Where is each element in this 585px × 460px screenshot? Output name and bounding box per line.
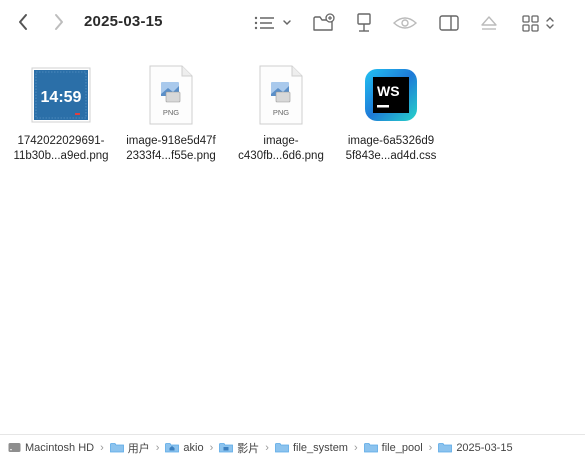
thumbnail-time-text: 14:59 bbox=[41, 89, 82, 106]
file-item[interactable]: 14:59 1742022029691- 11b30b...a9ed.png bbox=[6, 62, 116, 164]
png-document-thumbnail: PNG bbox=[249, 62, 313, 128]
folder-icon bbox=[363, 443, 378, 453]
file-item[interactable]: WS image-6a5326d9 5f843e...ad4d.css bbox=[336, 62, 446, 164]
path-item-file-pool[interactable]: file_pool bbox=[363, 442, 423, 454]
file-name: image- c430fb...6d6.png bbox=[238, 135, 324, 162]
png-file-icon: PNG bbox=[149, 65, 193, 125]
file-item[interactable]: PNG image-918e5d47f 2333f4...f55e.png bbox=[116, 62, 226, 164]
path-separator: › bbox=[209, 441, 214, 454]
file-grid: 14:59 1742022029691- 11b30b...a9ed.png P… bbox=[0, 62, 585, 182]
chevron-right-icon bbox=[55, 14, 63, 30]
png-document-thumbnail: PNG bbox=[139, 62, 203, 128]
png-badge: PNG bbox=[273, 108, 289, 117]
png-badge: PNG bbox=[163, 108, 179, 117]
ws-badge: WS bbox=[377, 83, 400, 99]
new-folder-icon bbox=[313, 13, 335, 31]
eject-button[interactable] bbox=[478, 11, 500, 35]
quick-look-button[interactable] bbox=[392, 11, 418, 35]
path-separator: › bbox=[428, 441, 433, 454]
file-name: image-918e5d47f 2333f4...f55e.png bbox=[126, 135, 216, 162]
path-item-movies[interactable]: 影片 bbox=[219, 440, 259, 456]
sidebar-toggle-button[interactable] bbox=[437, 11, 461, 35]
folder-icon bbox=[438, 443, 453, 453]
grid-view-icon bbox=[522, 15, 554, 32]
share-button[interactable] bbox=[353, 11, 375, 35]
path-item-2025-03-15[interactable]: 2025-03-15 bbox=[438, 442, 513, 454]
path-item-akio[interactable]: akio bbox=[165, 442, 204, 454]
group-view-button[interactable] bbox=[520, 11, 560, 35]
path-item-file-system[interactable]: file_system bbox=[275, 442, 348, 454]
webstorm-app-thumbnail: WS bbox=[359, 62, 423, 128]
view-options-button[interactable] bbox=[252, 11, 294, 35]
path-separator: › bbox=[155, 441, 160, 454]
back-button[interactable] bbox=[12, 11, 34, 33]
hard-drive-icon bbox=[8, 443, 21, 452]
window-title: 2025-03-15 bbox=[84, 13, 163, 30]
path-item-users[interactable]: 用户 bbox=[109, 440, 150, 456]
home-folder-icon bbox=[165, 443, 180, 453]
image-thumbnail: 14:59 bbox=[29, 62, 93, 128]
eye-icon bbox=[392, 17, 418, 29]
clock-screenshot-thumbnail: 14:59 bbox=[31, 67, 91, 123]
path-bar: Macintosh HD › 用户 › akio › 影片 › file_sys… bbox=[0, 434, 585, 460]
list-view-icon bbox=[254, 16, 291, 30]
forward-button[interactable] bbox=[48, 11, 70, 33]
path-separator: › bbox=[353, 441, 358, 454]
file-name: 1742022029691- 11b30b...a9ed.png bbox=[13, 135, 109, 162]
new-folder-button[interactable] bbox=[312, 11, 336, 35]
eject-icon bbox=[481, 16, 497, 30]
share-icon bbox=[357, 13, 371, 32]
path-item-macintosh-hd[interactable]: Macintosh HD bbox=[8, 442, 94, 454]
toolbar: 2025-03-15 bbox=[0, 0, 585, 46]
webstorm-icon: WS bbox=[365, 69, 417, 121]
png-file-icon: PNG bbox=[259, 65, 303, 125]
finder-window: 2025-03-15 14:59 1742022029691- 11b30b..… bbox=[0, 0, 585, 460]
movies-folder-icon bbox=[219, 443, 234, 453]
file-name: image-6a5326d9 5f843e...ad4d.css bbox=[345, 135, 437, 162]
sidebar-icon bbox=[439, 15, 459, 31]
path-separator: › bbox=[100, 441, 104, 454]
folder-icon bbox=[275, 443, 289, 453]
folder-icon bbox=[109, 443, 124, 453]
file-item[interactable]: PNG image- c430fb...6d6.png bbox=[226, 62, 336, 164]
chevron-left-icon bbox=[19, 14, 27, 30]
path-separator: › bbox=[265, 441, 269, 454]
